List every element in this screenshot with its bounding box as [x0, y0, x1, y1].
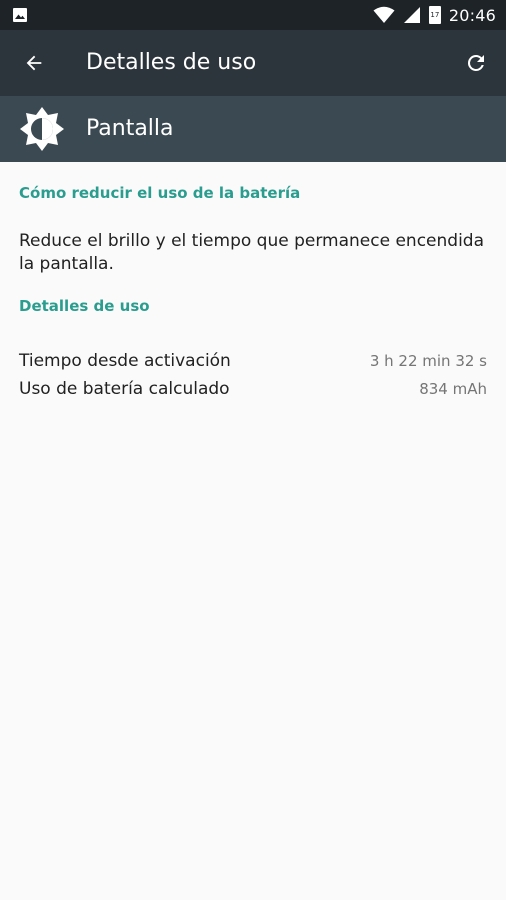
wifi-icon — [373, 6, 395, 23]
status-bar: 17 20:46 — [0, 0, 506, 30]
page-title: Detalles de uso — [86, 50, 257, 75]
status-indicators: 17 20:46 — [373, 0, 496, 30]
back-arrow-icon — [26, 55, 42, 71]
refresh-button[interactable] — [456, 43, 496, 83]
status-time: 20:46 — [448, 5, 496, 25]
detail-value: 3 h 22 min 32 s — [369, 352, 487, 370]
refresh-icon — [467, 54, 484, 71]
image-icon — [13, 8, 27, 22]
detail-header: Pantalla — [0, 96, 506, 162]
detail-label: Tiempo desde activación — [19, 351, 231, 371]
calendar-battery-icon: 17 — [428, 6, 441, 24]
reduce-usage-section-title: Cómo reducir el uso de la batería — [19, 184, 301, 202]
calendar-day: 17 — [430, 11, 440, 19]
app-bar: Detalles de uso — [0, 30, 506, 96]
back-button[interactable] — [14, 43, 54, 83]
brightness-icon — [20, 107, 64, 151]
detail-row-battery-use: Uso de batería calculado 834 mAh — [19, 376, 487, 402]
detail-row-active-time: Tiempo desde activación 3 h 22 min 32 s — [19, 348, 487, 374]
detail-value: 834 mAh — [419, 380, 487, 398]
signal-icon — [403, 7, 420, 23]
detail-label: Uso de batería calculado — [19, 379, 230, 399]
reduce-usage-text: Reduce el brillo y el tiempo que permane… — [19, 231, 485, 274]
usage-details-section-title: Detalles de uso — [19, 297, 150, 315]
app-name: Pantalla — [86, 116, 174, 141]
